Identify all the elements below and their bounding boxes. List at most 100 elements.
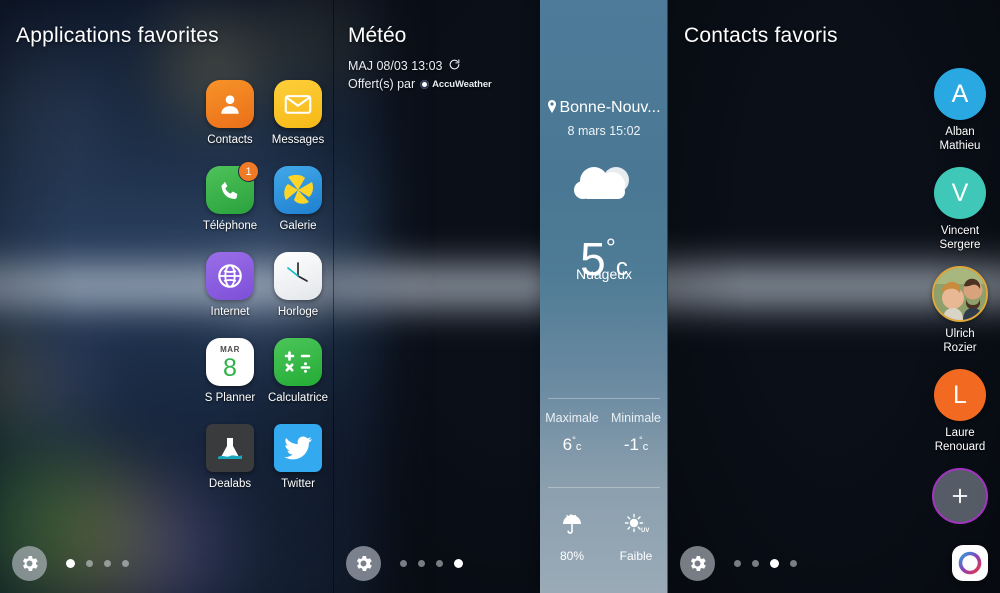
bottom-bar-contacts xyxy=(668,533,1000,593)
page-title-contacts: Contacts favoris xyxy=(684,24,838,47)
weather-minmax: Maximale 6°c Minimale -1°c xyxy=(540,411,668,455)
app-label: Internet xyxy=(210,306,250,318)
twitter-icon xyxy=(274,424,322,472)
weather-max: Maximale 6°c xyxy=(540,411,604,455)
contact-item[interactable]: Ulrich Rozier xyxy=(928,266,992,355)
card-divider xyxy=(548,398,660,399)
avatar-initial: V xyxy=(951,178,969,207)
weather-location-text: Bonne-Nouv... xyxy=(559,99,661,116)
add-contact-button[interactable] xyxy=(928,468,992,524)
calendar-day: 8 xyxy=(223,354,237,382)
avatar: L xyxy=(934,369,986,421)
pane-meteo: Météo MAJ 08/03 13:03 Offert(s) par Accu… xyxy=(334,0,668,593)
contact-name: Alban Mathieu xyxy=(939,126,981,152)
card-divider xyxy=(548,487,660,488)
app-calculatrice[interactable]: Calculatrice xyxy=(267,338,329,404)
contact-name: Vincent Sergere xyxy=(939,225,981,251)
page-title-apps: Applications favorites xyxy=(16,24,219,47)
app-row: 1 Téléphone Galerie xyxy=(186,161,326,232)
contact-name: Ulrich Rozier xyxy=(943,328,977,354)
pane-contacts-favoris: Contacts favoris A Alban Mathieu V Vincen… xyxy=(668,0,1000,593)
weather-temperature: 5°c xyxy=(540,222,668,294)
gallery-icon xyxy=(274,166,322,214)
weather-provider-prefix: Offert(s) par xyxy=(348,77,416,91)
app-label: Téléphone xyxy=(202,220,258,232)
app-row: Contacts Messages xyxy=(186,80,326,146)
refresh-icon[interactable] xyxy=(448,58,461,74)
gear-icon[interactable] xyxy=(680,545,715,581)
degree-symbol: ° xyxy=(605,234,616,262)
app-twitter[interactable]: Twitter xyxy=(270,424,326,490)
page-indicator-contacts[interactable] xyxy=(734,558,797,568)
page-dot[interactable] xyxy=(86,559,93,567)
page-dot[interactable] xyxy=(770,558,779,568)
app-row: Internet Horloge xyxy=(186,252,326,318)
page-dot[interactable] xyxy=(66,558,75,568)
accuweather-dot-icon xyxy=(420,79,430,89)
pane-divider xyxy=(333,0,334,593)
app-messages[interactable]: Messages xyxy=(270,80,326,146)
internet-icon xyxy=(206,252,254,300)
contacts-icon xyxy=(206,80,254,128)
page-dot[interactable] xyxy=(436,559,443,567)
bottom-bar-weather xyxy=(334,533,668,593)
app-galerie[interactable]: Galerie xyxy=(270,166,326,232)
weather-condition: Nuageux xyxy=(575,266,633,282)
edge-panel-screen: Applications favorites Contacts Messages xyxy=(0,0,1000,593)
weather-header: Météo MAJ 08/03 13:03 Offert(s) par Accu… xyxy=(348,24,492,91)
app-contacts[interactable]: Contacts xyxy=(202,80,258,146)
weather-updated: MAJ 08/03 13:03 xyxy=(348,58,492,74)
accuweather-logo: AccuWeather xyxy=(420,78,492,90)
weather-max-label: Maximale xyxy=(545,411,599,425)
app-label: Twitter xyxy=(281,478,315,490)
app-label: Galerie xyxy=(279,220,317,232)
avatar-photo xyxy=(932,266,988,322)
weather-provider: Offert(s) par AccuWeather xyxy=(348,77,492,91)
app-label: Calculatrice xyxy=(267,392,329,404)
contact-name: Laure Renouard xyxy=(934,427,986,453)
page-dot[interactable] xyxy=(752,559,759,567)
weather-updated-text: MAJ 08/03 13:03 xyxy=(348,59,443,73)
pane-applications-favorites: Applications favorites Contacts Messages xyxy=(0,0,334,593)
s-voice-icon[interactable] xyxy=(952,545,988,581)
app-dealabs[interactable]: Dealabs xyxy=(202,424,258,490)
page-dot[interactable] xyxy=(400,559,407,567)
phone-icon: 1 xyxy=(206,161,259,214)
page-dot[interactable] xyxy=(454,558,463,568)
app-label: Dealabs xyxy=(208,478,252,490)
weather-min: Minimale -1°c xyxy=(604,411,668,455)
accuweather-text: AccuWeather xyxy=(432,78,492,90)
avatar-initial: A xyxy=(951,79,969,108)
weather-location: Bonne-Nouv... xyxy=(540,99,668,118)
app-telephone[interactable]: 1 Téléphone xyxy=(202,161,259,232)
weather-card[interactable]: Bonne-Nouv... 8 mars 15:02 5°c Nuageux M… xyxy=(540,0,668,593)
app-horloge[interactable]: Horloge xyxy=(270,252,326,318)
page-dot[interactable] xyxy=(418,559,425,567)
page-dot[interactable] xyxy=(734,559,741,567)
calculator-icon xyxy=(274,338,322,386)
weather-datetime: 8 mars 15:02 xyxy=(567,124,641,138)
page-indicator-weather[interactable] xyxy=(400,558,463,568)
gear-icon[interactable] xyxy=(12,545,47,581)
page-dot[interactable] xyxy=(790,559,797,567)
app-label: Contacts xyxy=(207,134,253,146)
weather-min-value: -1°c xyxy=(623,435,649,454)
app-s-planner[interactable]: MAR 8 S Planner xyxy=(202,338,258,404)
location-pin-icon xyxy=(547,100,557,118)
contact-item[interactable]: L Laure Renouard xyxy=(928,369,992,454)
avatar: V xyxy=(934,167,986,219)
contact-item[interactable]: V Vincent Sergere xyxy=(928,167,992,252)
app-internet[interactable]: Internet xyxy=(202,252,258,318)
contact-item[interactable]: A Alban Mathieu xyxy=(928,68,992,153)
app-grid: Contacts Messages 1 Téléphone Galerie In… xyxy=(186,80,329,510)
avatar: A xyxy=(934,68,986,120)
bottom-bar-apps xyxy=(0,533,334,593)
page-dot[interactable] xyxy=(104,559,111,567)
calendar-icon: MAR 8 xyxy=(206,338,254,386)
cloudy-icon xyxy=(540,160,668,208)
gear-icon[interactable] xyxy=(346,545,381,581)
dealabs-icon xyxy=(206,424,254,472)
page-indicator-apps[interactable] xyxy=(66,558,129,568)
page-dot[interactable] xyxy=(122,559,129,567)
app-label: S Planner xyxy=(204,392,256,404)
